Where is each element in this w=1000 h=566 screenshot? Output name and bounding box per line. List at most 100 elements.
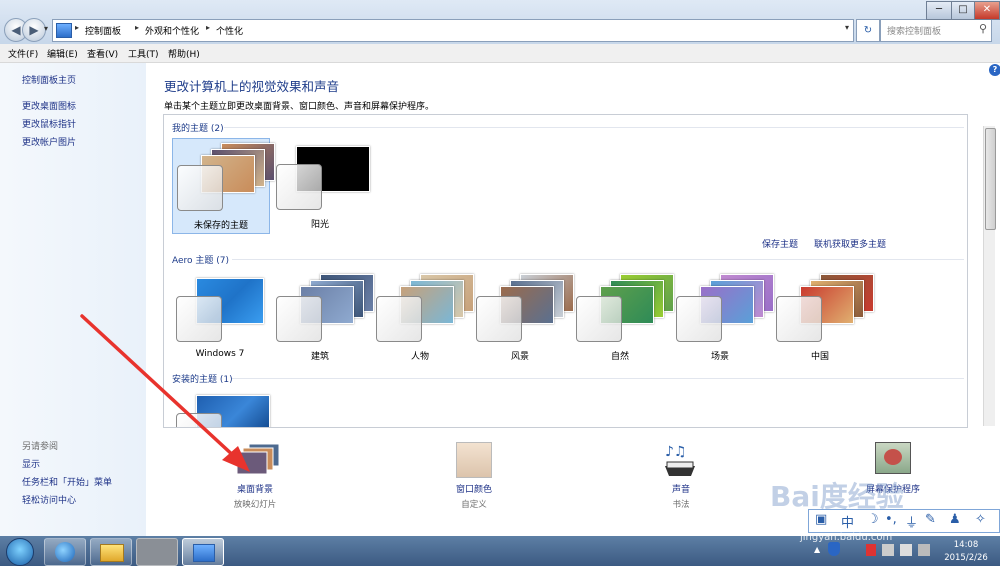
desktop-background-icon: [236, 443, 280, 475]
breadcrumb-item[interactable]: 外观和个性化: [145, 24, 199, 37]
sounds-label: 声音: [671, 485, 690, 495]
minimize-button[interactable]: ─: [926, 1, 952, 20]
my-themes-header: 我的主题 (2): [172, 124, 224, 134]
theme-aero-item[interactable]: 自然: [572, 270, 674, 364]
breadcrumb-chevron-icon[interactable]: ▸: [75, 23, 79, 32]
recent-pages-dropdown[interactable]: ▾: [44, 24, 48, 33]
theme-label: 风景: [510, 352, 529, 362]
theme-label: 人物: [410, 352, 429, 362]
get-more-themes-link[interactable]: 联机获取更多主题: [814, 237, 886, 250]
sidebar-link-account-picture[interactable]: 更改帐户图片: [22, 135, 76, 148]
theme-aero-item[interactable]: 人物: [372, 270, 474, 364]
desktop-background-sub: 放映幻灯片: [233, 500, 277, 510]
address-dropdown-icon[interactable]: ▾: [845, 23, 849, 32]
window-color-swatch: [176, 413, 222, 427]
ime-settings-wrench-icon: ✧: [975, 512, 986, 527]
theme-aero-item[interactable]: 场景: [672, 270, 774, 364]
taskbar-explorer-button[interactable]: [90, 538, 132, 566]
theme-sunshine[interactable]: 阳光: [272, 138, 370, 232]
ime-logo-icon: ▣: [815, 512, 828, 527]
menu-bar: 文件(F) 编辑(E) 查看(V) 工具(T) 帮助(H): [0, 44, 1000, 63]
menu-view[interactable]: 查看(V): [87, 47, 118, 60]
start-button[interactable]: [2, 538, 36, 566]
theme-label: 场景: [710, 352, 729, 362]
sidebar-home-link[interactable]: 控制面板主页: [22, 73, 76, 86]
save-theme-link[interactable]: 保存主题: [762, 237, 798, 250]
ime-chinese-mode-icon: 中: [841, 516, 855, 531]
theme-aero-item[interactable]: 中国: [772, 270, 874, 364]
sounds-link[interactable]: ♪♫ 声音 书法: [631, 440, 731, 516]
baidu-ime-toolbar: ▣ 中 ☽ •, ⏚ ✎ ♟ ✧: [808, 509, 1000, 533]
show-hidden-icons[interactable]: ▲: [814, 545, 820, 554]
theme-label: 自然: [610, 352, 629, 362]
folder-icon: [100, 544, 124, 562]
sidebar-link-desktop-icons[interactable]: 更改桌面图标: [22, 99, 76, 112]
see-also-ease-of-access[interactable]: 轻松访问中心: [22, 493, 76, 506]
refresh-button[interactable]: ↻: [856, 19, 880, 42]
action-center-flag-icon[interactable]: [866, 544, 876, 556]
address-bar[interactable]: ▸ 控制面板 ▸ 外观和个性化 ▸ 个性化 ▾: [52, 19, 854, 42]
watermark-url: jingyan.baidu.com: [800, 532, 893, 543]
breadcrumb-chevron-icon[interactable]: ▸: [206, 23, 210, 32]
window-color-swatch: [176, 296, 222, 342]
volume-icon[interactable]: [900, 544, 912, 556]
theme-label: 阳光: [310, 220, 329, 230]
help-icon[interactable]: ?: [989, 64, 1000, 76]
installed-themes-header: 安装的主题 (1): [172, 375, 233, 385]
theme-unsaved[interactable]: 未保存的主题: [172, 138, 275, 234]
control-panel-window: ◀ ▶ ▾ ▸ 控制面板 ▸ 外观和个性化 ▸ 个性化 ▾ ↻ 搜索控制面板 ⚲…: [0, 0, 1000, 536]
taskbar-control-panel-button[interactable]: [182, 538, 224, 566]
taskbar-app-button[interactable]: [136, 538, 178, 566]
theme-aero-item[interactable]: Windows 7: [172, 270, 268, 364]
breadcrumb-chevron-icon[interactable]: ▸: [135, 23, 139, 32]
theme-list: 我的主题 (2) 未保存的主题 阳光 保存主题 联机获取更多主题 Aero 主题…: [163, 114, 968, 428]
page-subtitle: 单击某个主题立即更改桌面背景、窗口颜色、声音和屏幕保护程序。: [164, 102, 435, 112]
search-placeholder: 搜索控制面板: [887, 27, 942, 37]
see-also-display[interactable]: 显示: [22, 457, 40, 470]
theme-aero-item[interactable]: 建筑: [272, 270, 374, 364]
ime-moon-icon: ☽: [867, 512, 879, 527]
window-color-icon: [456, 442, 492, 478]
ime-edit-icon: ✎: [925, 512, 936, 527]
ime-mic-icon: ⏚: [905, 516, 919, 531]
theme-installed[interactable]: [172, 387, 270, 427]
maximize-button[interactable]: □: [951, 1, 975, 20]
see-also-header: 另请参阅: [22, 442, 59, 452]
desktop-background-link[interactable]: 桌面背景 放映幻灯片: [205, 440, 305, 516]
title-bar: ◀ ▶ ▾ ▸ 控制面板 ▸ 外观和个性化 ▸ 个性化 ▾ ↻ 搜索控制面板 ⚲…: [0, 0, 1000, 44]
taskbar-ie-button[interactable]: [44, 538, 86, 566]
menu-tools[interactable]: 工具(T): [128, 47, 159, 60]
breadcrumb-item[interactable]: 个性化: [216, 24, 243, 37]
scrollbar-thumb[interactable]: [985, 128, 996, 230]
clock-date: 2015/2/26: [944, 553, 988, 563]
window-color-swatch: [376, 296, 422, 342]
menu-file[interactable]: 文件(F): [8, 47, 38, 60]
screensaver-icon: [875, 442, 911, 474]
forward-button[interactable]: ▶: [22, 18, 46, 42]
sidebar-link-mouse-pointer[interactable]: 更改鼠标指针: [22, 117, 76, 130]
window-color-swatch: [276, 296, 322, 342]
search-input[interactable]: 搜索控制面板 ⚲: [880, 19, 992, 42]
close-button[interactable]: ✕: [974, 1, 1000, 20]
network-icon[interactable]: [882, 544, 894, 556]
window-color-swatch: [476, 296, 522, 342]
breadcrumb-item[interactable]: 控制面板: [85, 24, 121, 37]
divider: [224, 127, 964, 128]
control-panel-icon: [193, 544, 215, 562]
window-color-swatch: [676, 296, 722, 342]
battery-icon[interactable]: [918, 544, 930, 556]
menu-edit[interactable]: 编辑(E): [47, 47, 78, 60]
search-icon[interactable]: ⚲: [979, 22, 987, 35]
window-color-link[interactable]: 窗口颜色 自定义: [424, 440, 524, 516]
see-also-taskbar[interactable]: 任务栏和「开始」菜单: [22, 475, 112, 488]
window-color-swatch: [576, 296, 622, 342]
internet-explorer-icon: [55, 542, 75, 562]
theme-label: 未保存的主题: [193, 221, 248, 231]
windows-orb-icon: [6, 538, 34, 566]
taskbar-clock[interactable]: 14:08 2015/2/26: [934, 539, 998, 565]
menu-help[interactable]: 帮助(H): [168, 47, 200, 60]
security-shield-icon[interactable]: [828, 542, 840, 556]
theme-aero-item[interactable]: 风景: [472, 270, 574, 364]
aero-themes-header: Aero 主题 (7): [172, 256, 230, 266]
vertical-scrollbar[interactable]: [983, 126, 996, 426]
